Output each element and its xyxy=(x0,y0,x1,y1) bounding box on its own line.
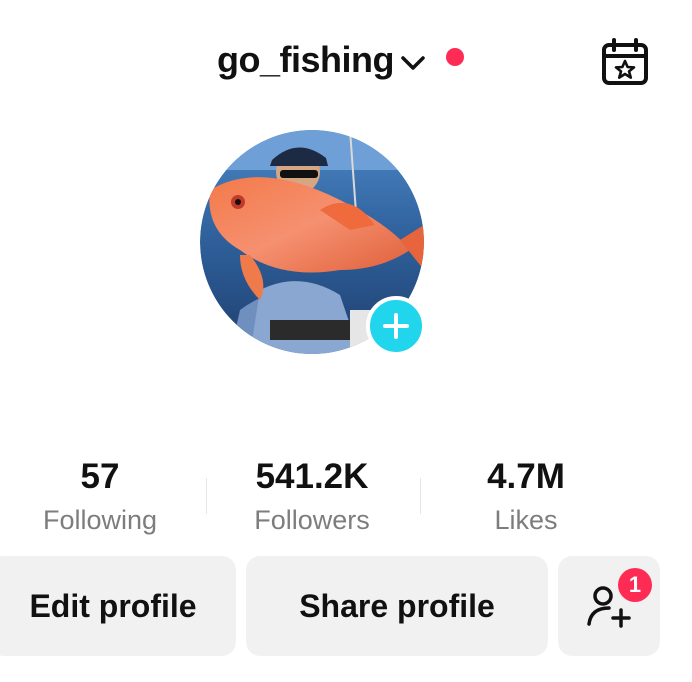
likes-count: 4.7M xyxy=(487,457,565,496)
edit-profile-button[interactable]: Edit profile xyxy=(0,556,236,656)
notification-dot xyxy=(446,48,464,66)
add-avatar-button[interactable] xyxy=(366,296,426,356)
profile-header: go_fishing xyxy=(0,28,692,92)
following-count: 57 xyxy=(80,457,120,496)
avatar-container xyxy=(200,130,426,356)
edit-profile-label: Edit profile xyxy=(29,587,197,624)
stat-divider xyxy=(206,478,207,514)
account-switcher[interactable]: go_fishing xyxy=(217,38,426,82)
share-profile-button[interactable]: Share profile xyxy=(246,556,548,656)
stat-followers[interactable]: 541.2K Followers xyxy=(212,456,412,538)
following-label: Following xyxy=(42,505,158,535)
followers-count: 541.2K xyxy=(255,457,369,496)
likes-label: Likes xyxy=(494,505,558,535)
followers-label: Followers xyxy=(254,505,370,535)
plus-icon xyxy=(383,313,409,339)
add-friends-button[interactable]: 1 xyxy=(558,556,660,656)
friend-request-badge: 1 xyxy=(618,568,652,602)
stat-following[interactable]: 57 Following xyxy=(0,456,200,538)
calendar-star-icon[interactable] xyxy=(598,36,652,90)
username: go_fishing xyxy=(217,39,395,80)
profile-stats: 57 Following 541.2K Followers 4.7M Likes xyxy=(0,456,692,546)
share-profile-label: Share profile xyxy=(299,587,495,624)
chevron-down-icon xyxy=(401,56,425,70)
stat-likes[interactable]: 4.7M Likes xyxy=(426,456,626,538)
profile-actions: Edit profile Share profile 1 xyxy=(0,556,692,656)
stat-divider xyxy=(420,478,421,514)
